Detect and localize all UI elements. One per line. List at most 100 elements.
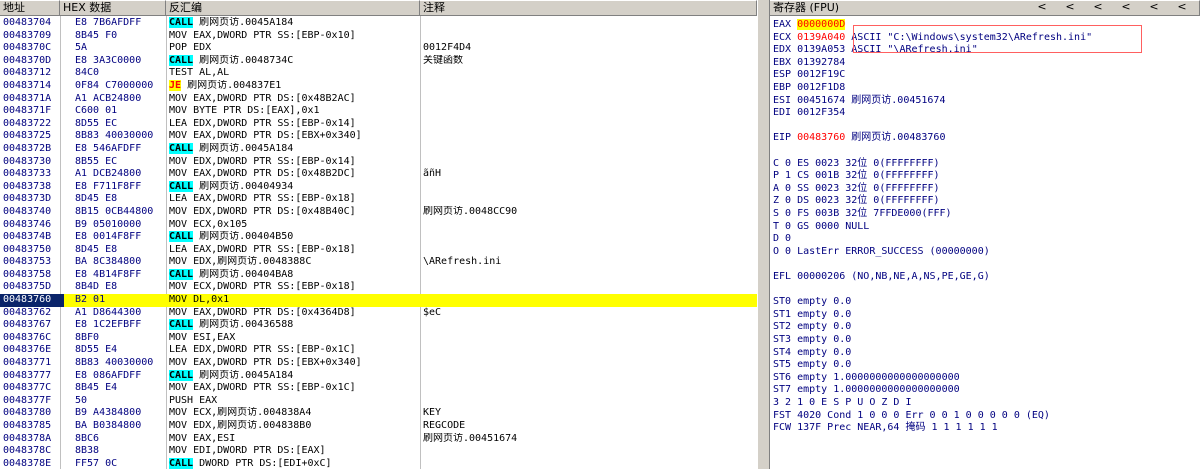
- code-row[interactable]: 0048377C 8B45 E4 MOV EAX,DWORD PTR SS:[EBP…: [0, 382, 757, 395]
- register-value[interactable]: 00451674: [797, 95, 845, 106]
- disassembly-pane[interactable]: 地址 HEX 数据 反汇编 注释 00483704 E8 7B6AFDFF CALL…: [0, 0, 758, 469]
- code-row[interactable]: 0048376E 8D55 E4 LEA EDX,DWORD PTR SS:[EBP…: [0, 344, 757, 357]
- code-row[interactable]: 00483725 8B83 40030000 MOV EAX,DWORD PTR D…: [0, 130, 757, 143]
- register-label: ECX: [773, 31, 798, 43]
- code-row[interactable]: 0048377F 50 PUSH EAX: [0, 395, 757, 408]
- nav-arrow-button[interactable]: <: [1140, 0, 1168, 14]
- code-address: 00483785: [3, 420, 52, 431]
- register-line: ST6 empty 1.0000000000000000000: [773, 372, 960, 385]
- nav-arrow-button[interactable]: <: [1056, 0, 1084, 14]
- code-row[interactable]: 00483712 84C0 TEST AL,AL: [0, 67, 757, 80]
- code-row[interactable]: 00483714 0F84 C7000000 JE 刷网页访.004837E1: [0, 79, 757, 93]
- nav-arrow-button[interactable]: <: [1028, 0, 1056, 14]
- operand-text: TEST AL,AL: [169, 67, 230, 79]
- annotation-box: [853, 25, 1142, 53]
- col-header-disasm[interactable]: 反汇编: [166, 0, 420, 16]
- code-address: 0048378C: [3, 445, 52, 457]
- code-row[interactable]: 0048370D E8 3A3C0000 CALL 刷网页访.0048734C 关键函…: [0, 54, 757, 68]
- code-row[interactable]: 00483767 E8 1C2EFBFF CALL 刷网页访.00436588: [0, 319, 757, 332]
- col-header-address[interactable]: 地址: [0, 0, 60, 16]
- col-header-hex[interactable]: HEX 数据: [60, 0, 166, 16]
- code-row[interactable]: 00483771 8B83 40030000 MOV EAX,DWORD PTR D…: [0, 357, 757, 370]
- code-row[interactable]: 00483753 BA 8C384800 MOV EDX,刷网页访.0048388C…: [0, 256, 757, 269]
- code-row[interactable]: 0048373D 8D45 E8 LEA EAX,DWORD PTR SS:[EBP…: [0, 193, 757, 206]
- code-row[interactable]: 00483762 A1 D8644300 MOV EAX,DWORD PTR DS:…: [0, 307, 757, 320]
- code-row[interactable]: 0048370C 5A POP EDX 0012F4D4: [0, 42, 757, 55]
- code-disasm: CALL DWORD PTR DS:[EDI+0xC]: [169, 457, 419, 469]
- operand-text: MOV EAX,DWORD PTR DS:[EBX+0x340]: [169, 130, 362, 142]
- operand-text: PUSH EAX: [169, 394, 218, 406]
- code-comment: ãñH: [423, 168, 442, 180]
- register-value[interactable]: 0000000D: [797, 19, 846, 30]
- code-row[interactable]: 00483733 A1 DCB24800 MOV EAX,DWORD PTR DS:…: [0, 168, 757, 181]
- nav-arrow-button[interactable]: <: [1112, 0, 1140, 14]
- register-label: 3 2 1 0 E S P U O Z D I: [773, 397, 912, 408]
- code-address: 00483750: [3, 243, 52, 255]
- col-header-comment[interactable]: 注释: [420, 0, 757, 16]
- code-row[interactable]: 00483738 E8 F711F8FF CALL 刷网页访.00404934: [0, 180, 757, 194]
- nav-arrow-button[interactable]: <: [1168, 0, 1196, 14]
- register-label: P 1 CS 001B 32位 0(FFFFFFFF): [773, 170, 940, 182]
- code-row[interactable]: 0048378E FF57 0C CALL DWORD PTR DS:[EDI+0x…: [0, 457, 757, 469]
- register-value[interactable]: 01392784: [797, 57, 845, 68]
- register-label: O 0 LastErr ERROR_SUCCESS (00000000): [773, 245, 990, 257]
- code-row[interactable]: 00483785 BA B0384800 MOV EDX,刷网页访.004838B0…: [0, 420, 757, 433]
- register-label: ST6 empty 1.0000000000000000000: [773, 371, 960, 383]
- code-row[interactable]: 00483709 8B45 F0 MOV EAX,DWORD PTR SS:[EBP…: [0, 30, 757, 43]
- operand-text: MOV EAX,ESI: [169, 432, 236, 444]
- register-value[interactable]: 0012F1D8: [797, 82, 845, 93]
- register-value[interactable]: 00483760: [797, 132, 845, 143]
- code-row[interactable]: 00483746 B9 05010000 MOV ECX,0x105: [0, 219, 757, 232]
- code-address: 00483714: [3, 79, 52, 91]
- operand-text: MOV BYTE PTR DS:[EAX],0x1: [169, 105, 320, 117]
- code-hex: E8 1C2EFBFF: [75, 319, 142, 331]
- code-row[interactable]: 0048375D 8B4D E8 MOV ECX,DWORD PTR SS:[EBP…: [0, 281, 757, 294]
- code-hex: 8BF0: [75, 331, 100, 343]
- register-label: A 0 SS 0023 32位 0(FFFFFFFF): [773, 182, 940, 194]
- code-row[interactable]: 00483730 8B55 EC MOV EDX,DWORD PTR SS:[EBP…: [0, 156, 757, 169]
- code-row[interactable]: 00483722 8D55 EC LEA EDX,DWORD PTR SS:[EBP…: [0, 118, 757, 131]
- code-hex: 50: [75, 394, 88, 406]
- code-row[interactable]: 0048374B E8 0014F8FF CALL 刷网页访.00404B50: [0, 231, 757, 244]
- register-label: EBP: [773, 82, 798, 93]
- code-row[interactable]: 00483704 E8 7B6AFDFF CALL 刷网页访.0045A184: [0, 17, 757, 30]
- register-label: EIP: [773, 132, 798, 144]
- pane-splitter[interactable]: [757, 0, 770, 469]
- register-line: ST4 empty 0.0: [773, 347, 851, 360]
- register-line: ST3 empty 0.0: [773, 334, 851, 347]
- code-row[interactable]: 0048378C 8B38 MOV EDI,DWORD PTR DS:[EAX]: [0, 445, 757, 458]
- operand-text: 刷网页访.00404934: [193, 180, 294, 192]
- code-row[interactable]: 00483758 E8 4B14F8FF CALL 刷网页访.00404BA8: [0, 268, 757, 282]
- code-row[interactable]: 0048376C 8BF0 MOV ESI,EAX: [0, 332, 757, 345]
- code-row[interactable]: 0048371F C600 01 MOV BYTE PTR DS:[EAX],0x1: [0, 105, 757, 118]
- code-row[interactable]: 00483760 B2 01 MOV DL,0x1: [0, 294, 757, 307]
- register-line: ST7 empty 1.0000000000000000000: [773, 384, 960, 397]
- register-label: ST5 empty 0.0: [773, 359, 852, 371]
- code-row[interactable]: 00483780 B9 A4384800 MOV ECX,刷网页访.004838A4…: [0, 407, 757, 420]
- register-value[interactable]: 0139A040: [797, 32, 845, 43]
- code-address: 0048371F: [3, 105, 52, 117]
- nav-arrow-button[interactable]: <: [1084, 0, 1112, 14]
- operand-text: 刷网页访.004837E1: [181, 79, 282, 91]
- code-row[interactable]: 0048372B E8 546AFDFF CALL 刷网页访.0045A184: [0, 142, 757, 156]
- opcode-highlight: JE: [169, 79, 182, 91]
- code-disasm: JE 刷网页访.004837E1: [169, 79, 419, 93]
- code-disasm: LEA EAX,DWORD PTR SS:[EBP-0x18]: [169, 244, 419, 257]
- opcode-highlight: CALL: [169, 457, 194, 469]
- code-hex: E8 4B14F8FF: [75, 268, 142, 280]
- registers-pane[interactable]: 寄存器 (FPU) < < < < < < EAX 0000000D ECX 0139A04…: [770, 0, 1200, 469]
- code-row[interactable]: 0048378A 8BC6 MOV EAX,ESI 刷网页访.00451674: [0, 433, 757, 446]
- code-row[interactable]: 00483740 8B15 0CB44800 MOV EDX,DWORD PTR D…: [0, 206, 757, 219]
- operand-text: 刷网页访.00436588: [193, 319, 294, 331]
- code-address: 0048377F: [3, 394, 52, 406]
- code-row[interactable]: 00483750 8D45 E8 LEA EAX,DWORD PTR SS:[EBP…: [0, 244, 757, 257]
- register-value[interactable]: 0012F19C: [797, 69, 845, 80]
- code-rows: 00483704 E8 7B6AFDFF CALL 刷网页访.0045A184 004…: [0, 17, 757, 469]
- register-value[interactable]: 0012F354: [797, 107, 845, 118]
- code-hex: 8B38: [75, 445, 100, 457]
- register-value[interactable]: 0139A053: [797, 44, 845, 55]
- code-row[interactable]: 0048371A A1 ACB24800 MOV EAX,DWORD PTR DS:…: [0, 93, 757, 106]
- code-row[interactable]: 00483777 E8 086AFDFF CALL 刷网页访.0045A184: [0, 369, 757, 383]
- code-comment: \ARefresh.ini: [423, 256, 502, 268]
- register-label: FCW 137F Prec NEAR,64 掩码 1 1 1 1 1 1: [773, 422, 998, 434]
